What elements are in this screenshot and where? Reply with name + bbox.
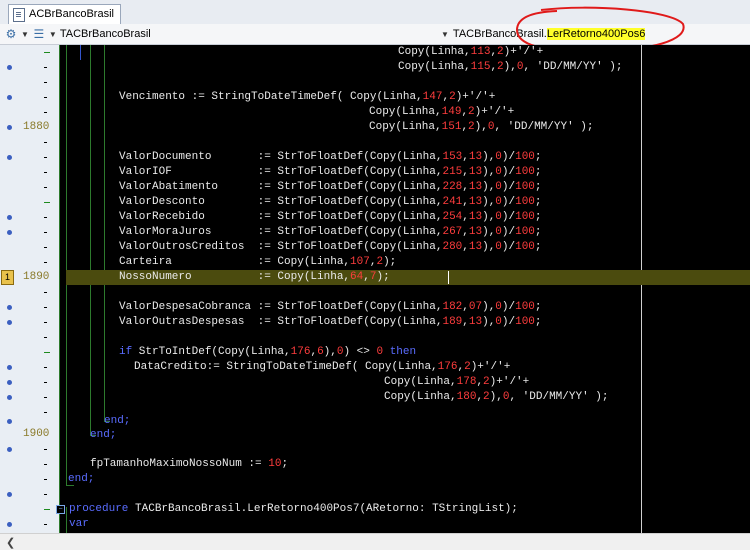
code-line: ValorDespesaCobranca := StrToFloatDef(Co… [0,300,750,315]
code-line [0,285,750,300]
line-number: 1880 [23,121,50,133]
code-editor[interactable]: Copy(Linha,113,2)+'/'+ Copy(Linha,115,2)… [0,45,750,533]
code-navigation-bar: ⚙ ▼ ☰ ▼ TACBrBancoBrasil ▼ TACBrBancoBra… [0,24,750,45]
code-line: Copy(Linha,115,2),0, 'DD/MM/YY' ); [0,60,750,75]
method-prefix: TACBrBancoBrasil. [452,28,547,40]
breakpoint-dot[interactable] [7,522,12,527]
breakpoint-dot[interactable] [7,380,12,385]
code-line: DataCredito:= StringToDateTimeDef( Copy(… [0,360,750,375]
code-line: Carteira := Copy(Linha,107,2); [0,255,750,270]
code-line: ValorOutrosCreditos := StrToFloatDef(Cop… [0,240,750,255]
tab-acbrbancobrasil[interactable]: ACBrBancoBrasil [8,4,121,24]
scroll-left-icon[interactable]: ❮ [6,536,15,549]
current-line: 1 1890 NossoNumero := Copy(Linha,64,7); [0,270,750,285]
code-line [0,487,750,502]
code-line [0,442,750,457]
code-line: ValorDesconto := StrToFloatDef(Copy(Linh… [0,195,750,210]
chevron-down-icon[interactable]: ▼ [21,30,29,39]
breakpoint-dot[interactable] [7,365,12,370]
breakpoint-dot[interactable] [7,305,12,310]
breakpoint-dot[interactable] [7,155,12,160]
breakpoint-dot[interactable] [7,65,12,70]
code-line: var [0,517,750,532]
code-line: end; [0,412,750,427]
code-line: Copy(Linha,113,2)+'/'+ [0,45,750,60]
breakpoint-dot[interactable] [7,320,12,325]
code-line: ValorRecebido := StrToFloatDef(Copy(Linh… [0,210,750,225]
code-line: ValorIOF := StrToFloatDef(Copy(Linha,215… [0,165,750,180]
code-line: ValorAbatimento := StrToFloatDef(Copy(Li… [0,180,750,195]
code-line: Copy(Linha,178,2)+'/'+ [0,375,750,390]
code-line [0,75,750,90]
code-line [0,330,750,345]
file-icon [13,7,25,22]
breakpoint-dot[interactable] [7,230,12,235]
code-line: fpTamanhoMaximoNossoNum := 10; [0,457,750,472]
code-line: ValorMoraJuros := StrToFloatDef(Copy(Lin… [0,225,750,240]
unit-name: TACBrBancoBrasil [59,28,151,40]
class-browser-icon[interactable]: ⚙ [4,27,18,41]
method-selector[interactable]: ▼ TACBrBancoBrasil. LerRetorno400Pos6 [441,26,646,42]
breakpoint-dot[interactable] [7,95,12,100]
code-line: Vencimento := StringToDateTimeDef( Copy(… [0,90,750,105]
gutter-marker [44,52,50,53]
text-cursor [448,271,449,284]
line-number: 1890 [23,271,50,283]
code-line: Copy(Linha,180,2),0, 'DD/MM/YY' ); [0,390,750,405]
code-line: ValorDocumento := StrToFloatDef(Copy(Lin… [0,150,750,165]
line-number: 1900 [23,428,50,440]
unit-selector[interactable]: ⚙ ▼ ☰ ▼ TACBrBancoBrasil [4,26,151,42]
breakpoint-dot[interactable] [7,395,12,400]
code-line: end; [0,472,750,487]
breakpoint-dot[interactable] [7,447,12,452]
tab-label: ACBrBancoBrasil [29,8,114,20]
chevron-down-icon[interactable]: ▼ [49,30,57,39]
editor-tab-bar: ACBrBancoBrasil [0,0,750,25]
code-line: ValorOutrasDespesas := StrToFloatDef(Cop… [0,315,750,330]
breakpoint-dot[interactable] [7,492,12,497]
structure-icon[interactable]: ☰ [32,27,46,41]
code-line: Copy(Linha,149,2)+'/'+ [0,105,750,120]
code-line: − procedure TACBrBancoBrasil.LerRetorno4… [0,502,750,517]
breakpoint-dot[interactable] [7,419,12,424]
chevron-down-icon[interactable]: ▼ [441,30,449,39]
code-line: 1880 Copy(Linha,151,2),0, 'DD/MM/YY' ); [0,120,750,135]
method-name: LerRetorno400Pos6 [546,28,646,40]
code-line: if StrToIntDef(Copy(Linha,176,6),0) <> 0… [0,345,750,360]
bookmark-icon[interactable]: 1 [1,270,14,285]
fold-collapse-icon[interactable]: − [56,505,65,514]
horizontal-scrollbar[interactable]: ❮ [0,533,750,550]
breakpoint-dot[interactable] [7,125,12,130]
code-line: 1900 end; [23,428,117,441]
breakpoint-dot[interactable] [7,215,12,220]
code-line [0,135,750,150]
